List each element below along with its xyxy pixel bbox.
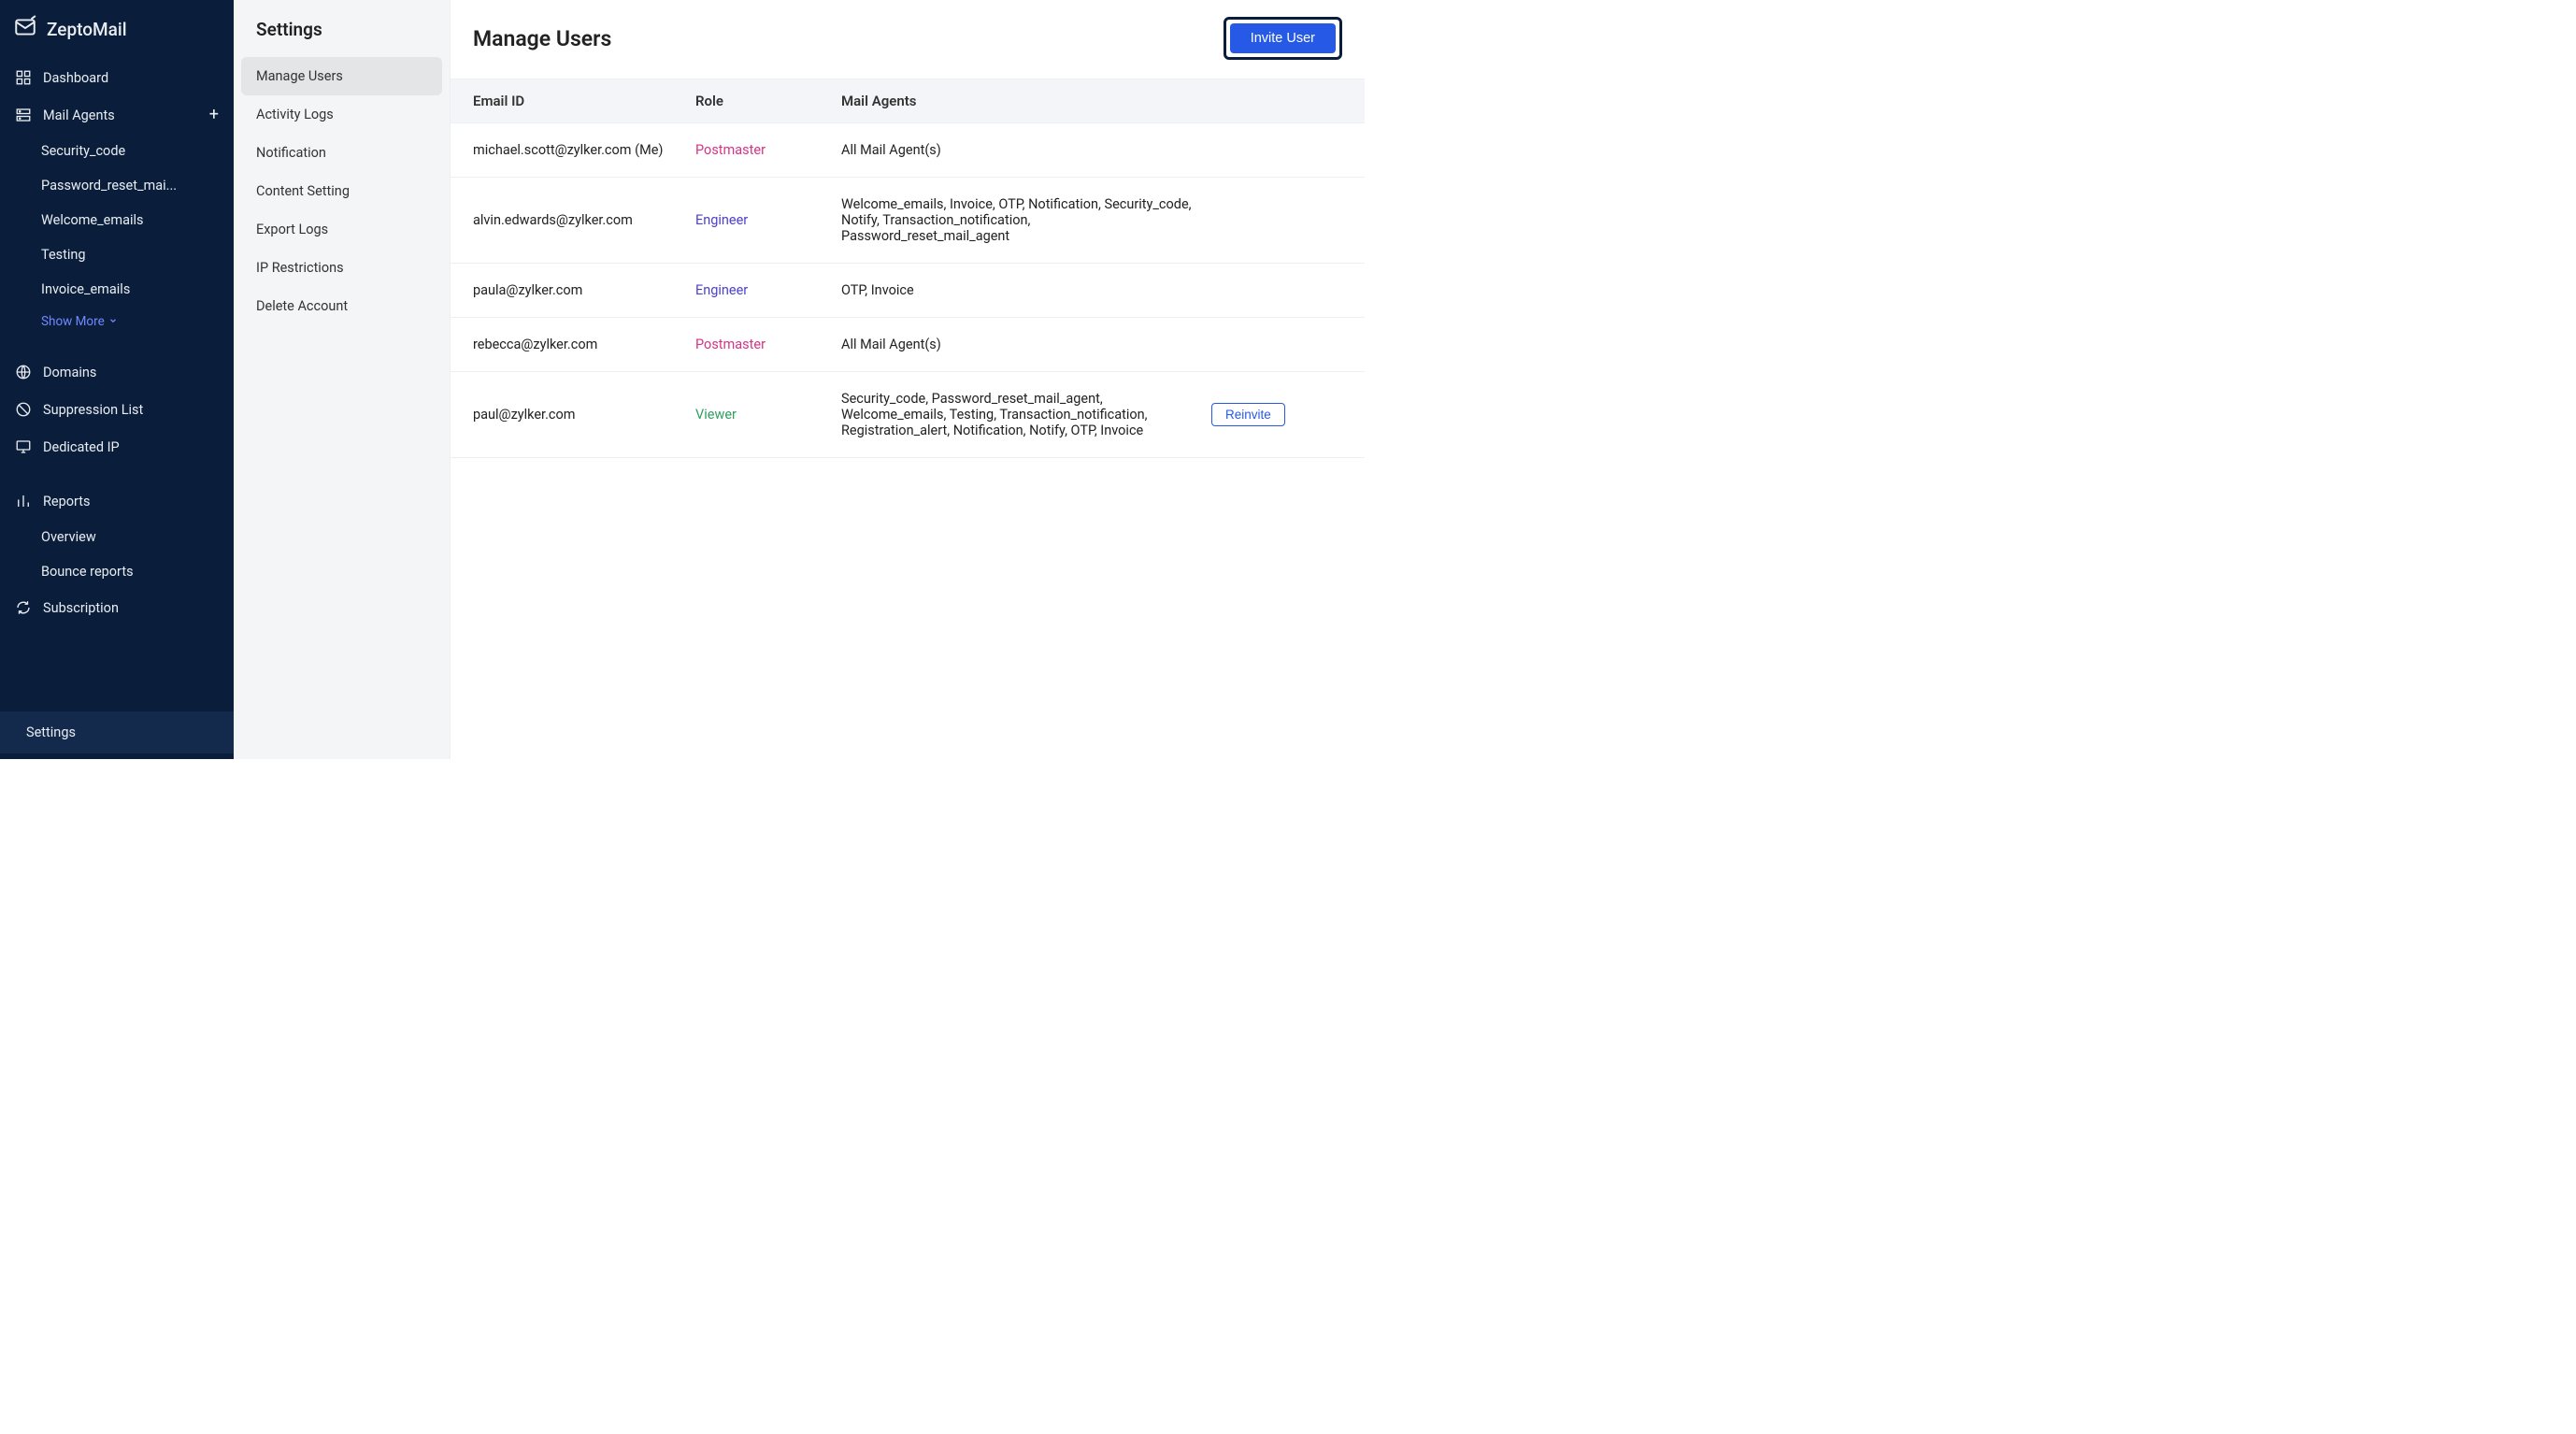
primary-sidebar: ZeptoMail Dashboard [0, 0, 234, 759]
sidebar-item-domains[interactable]: Domains [0, 353, 234, 391]
show-more-label: Show More [41, 314, 105, 329]
refresh-icon [15, 599, 32, 616]
sidebar-item-label: Dedicated IP [43, 439, 120, 455]
sidebar-item-settings[interactable]: Settings [0, 711, 234, 753]
sidebar-item-mail-agents[interactable]: Mail Agents + [0, 96, 234, 134]
sidebar-subitem-security-code[interactable]: Security_code [0, 134, 234, 168]
settings-link-activity-logs[interactable]: Activity Logs [241, 95, 442, 134]
sidebar-subitem-invoice-emails[interactable]: Invoice_emails [0, 272, 234, 307]
table-row[interactable]: rebecca@zylker.comPostmasterAll Mail Age… [451, 318, 1365, 372]
cell-email: paula@zylker.com [473, 282, 695, 298]
users-table-header: Email ID Role Mail Agents [451, 79, 1365, 123]
sidebar-subitem-password-reset[interactable]: Password_reset_mai... [0, 168, 234, 203]
settings-link-delete-account[interactable]: Delete Account [241, 287, 442, 325]
cell-email: rebecca@zylker.com [473, 337, 695, 352]
sidebar-item-label: Mail Agents [43, 108, 115, 123]
table-row[interactable]: paula@zylker.comEngineerOTP, Invoice [451, 264, 1365, 318]
brand: ZeptoMail [0, 0, 234, 59]
sidebar-item-label: Subscription [43, 600, 119, 616]
users-table-body: michael.scott@zylker.com (Me)PostmasterA… [451, 123, 1365, 458]
cell-email: alvin.edwards@zylker.com [473, 212, 695, 228]
cell-agents: OTP, Invoice [841, 282, 1211, 298]
table-row[interactable]: alvin.edwards@zylker.comEngineerWelcome_… [451, 178, 1365, 264]
sidebar-item-label: Domains [43, 365, 96, 380]
sidebar-subitem-welcome-emails[interactable]: Welcome_emails [0, 203, 234, 237]
sidebar-subitem-bounce-reports[interactable]: Bounce reports [0, 554, 234, 589]
globe-icon [15, 364, 32, 380]
sidebar-show-more[interactable]: Show More [0, 307, 234, 337]
cell-email: michael.scott@zylker.com (Me) [473, 142, 695, 158]
cell-agents: Security_code, Password_reset_mail_agent… [841, 391, 1211, 438]
suppression-icon [15, 401, 32, 418]
sidebar-item-label: Suppression List [43, 402, 143, 418]
cell-agents: All Mail Agent(s) [841, 337, 1211, 352]
sidebar-subitem-testing[interactable]: Testing [0, 237, 234, 272]
cell-role: Postmaster [695, 142, 841, 158]
scrollbar[interactable] [1353, 0, 1365, 759]
column-header-role: Role [695, 93, 841, 109]
cell-role: Postmaster [695, 337, 841, 352]
mail-agents-icon [15, 107, 32, 123]
sidebar-item-subscription[interactable]: Subscription [0, 589, 234, 626]
settings-sidebar: Settings Manage Users Activity Logs Noti… [234, 0, 451, 759]
sidebar-item-reports[interactable]: Reports [0, 482, 234, 520]
sidebar-item-suppression[interactable]: Suppression List [0, 391, 234, 428]
reinvite-button[interactable]: Reinvite [1211, 403, 1285, 426]
cell-agents: All Mail Agent(s) [841, 142, 1211, 158]
page-title: Manage Users [473, 26, 611, 51]
invite-user-highlight: Invite User [1224, 17, 1342, 60]
cell-role: Engineer [695, 212, 841, 228]
sidebar-item-dedicated-ip[interactable]: Dedicated IP [0, 428, 234, 466]
cell-role: Viewer [695, 407, 841, 423]
main-header: Manage Users Invite User [451, 0, 1365, 79]
settings-title: Settings [234, 0, 450, 57]
settings-link-manage-users[interactable]: Manage Users [241, 57, 442, 95]
sidebar-nav: Dashboard Mail Agents + Security_code Pa… [0, 59, 234, 711]
cell-role: Engineer [695, 282, 841, 298]
settings-list: Manage Users Activity Logs Notification … [234, 57, 450, 325]
brand-name: ZeptoMail [47, 19, 127, 40]
chevron-down-icon [108, 314, 118, 329]
dashboard-icon [15, 69, 32, 86]
sidebar-subitem-overview[interactable]: Overview [0, 520, 234, 554]
cell-email: paul@zylker.com [473, 407, 695, 423]
settings-link-ip-restrictions[interactable]: IP Restrictions [241, 249, 442, 287]
table-row[interactable]: michael.scott@zylker.com (Me)PostmasterA… [451, 123, 1365, 178]
main-content: Manage Users Invite User Email ID Role M… [451, 0, 1365, 759]
invite-user-button[interactable]: Invite User [1230, 23, 1336, 53]
column-header-agents: Mail Agents [841, 93, 1211, 109]
settings-link-export-logs[interactable]: Export Logs [241, 210, 442, 249]
table-row[interactable]: paul@zylker.comViewerSecurity_code, Pass… [451, 372, 1365, 458]
sidebar-item-dashboard[interactable]: Dashboard [0, 59, 234, 96]
sidebar-item-label: Reports [43, 494, 91, 509]
column-header-email: Email ID [473, 93, 695, 109]
brand-logo-icon [13, 15, 37, 44]
bar-chart-icon [15, 493, 32, 509]
cell-action: Reinvite [1211, 403, 1342, 426]
sidebar-footer: Settings [0, 711, 234, 759]
add-mail-agent-icon[interactable]: + [209, 107, 219, 123]
settings-link-content-setting[interactable]: Content Setting [241, 172, 442, 210]
sidebar-item-label: Dashboard [43, 70, 108, 86]
sidebar-item-label: Settings [26, 724, 76, 740]
monitor-icon [15, 438, 32, 455]
cell-agents: Welcome_emails, Invoice, OTP, Notificati… [841, 196, 1211, 244]
settings-link-notification[interactable]: Notification [241, 134, 442, 172]
